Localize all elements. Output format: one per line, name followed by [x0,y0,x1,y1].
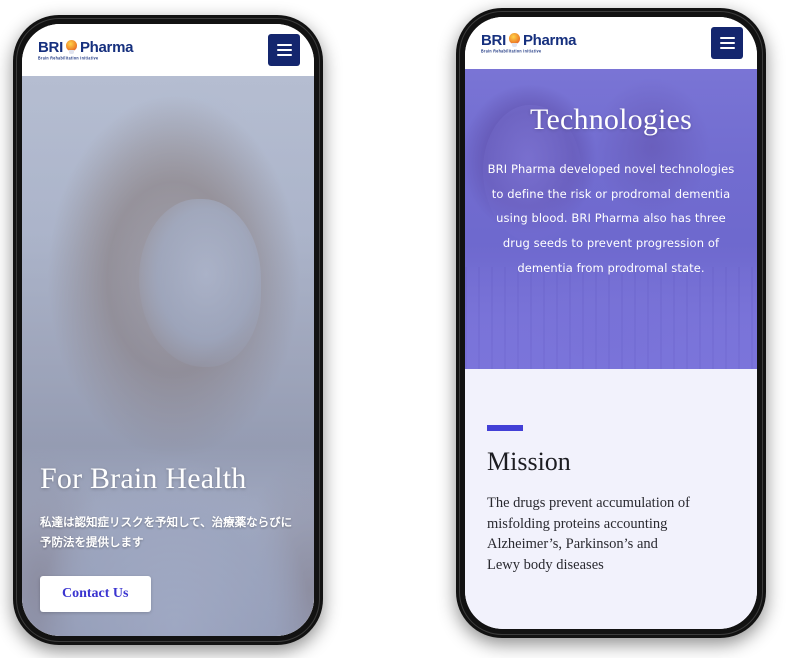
phone-2-page-body: Technologies BRI Pharma developed novel … [465,69,757,629]
phone-2-screen: BRI Pharma Brain Rehabilitation Initiati… [465,17,757,629]
mission-body: The drugs prevent accumulation of misfol… [487,495,690,573]
phone-1-hero-section: For Brain Health 私達は認知症リスクを予知して、治療薬ならびに予… [22,76,314,636]
technologies-body: BRI Pharma developed novel technologies … [487,162,735,275]
logo-tagline: Brain Rehabilitation Initiative [38,55,99,61]
phone-2-logo[interactable]: BRI Pharma Brain Rehabilitation Initiati… [481,33,576,54]
technologies-content: Technologies BRI Pharma developed novel … [465,69,757,369]
hero-title: For Brain Health [40,461,247,495]
mission-accent-rule [487,425,523,431]
hero-subtitle: 私達は認知症リスクを予知して、治療薬ならびに予防法を提供します [40,514,293,549]
lightbulb-brain-icon [65,40,78,55]
phone-1-screen: BRI Pharma Brain Rehabilitation Initiati… [22,24,314,636]
logo-text-pharma: Pharma [79,38,134,56]
logo-text-pharma: Pharma [522,31,577,49]
mission-section: Mission The drugs prevent accumulation o… [465,369,757,575]
hamburger-menu-icon[interactable] [711,27,743,59]
logo-wordmark: BRI Pharma [38,40,133,55]
hero-content: For Brain Health 私達は認知症リスクを予知して、治療薬ならびに予… [22,462,314,612]
phone-1-site-header: BRI Pharma Brain Rehabilitation Initiati… [22,24,314,76]
phone-1-logo[interactable]: BRI Pharma Brain Rehabilitation Initiati… [38,40,133,61]
phone-mockup-right: BRI Pharma Brain Rehabilitation Initiati… [456,8,766,638]
phone-mockup-left: BRI Pharma Brain Rehabilitation Initiati… [13,15,323,645]
logo-wordmark: BRI Pharma [481,33,576,48]
mission-title: Mission [487,447,571,476]
logo-text-bri: BRI [481,31,506,49]
contact-us-button[interactable]: Contact Us [40,576,151,612]
lightbulb-brain-icon [508,33,521,48]
logo-tagline: Brain Rehabilitation Initiative [481,48,542,54]
logo-text-bri: BRI [38,38,63,56]
hamburger-menu-icon[interactable] [268,34,300,66]
technologies-title: Technologies [530,103,692,136]
technologies-hero-section: Technologies BRI Pharma developed novel … [465,69,757,369]
phone-2-site-header: BRI Pharma Brain Rehabilitation Initiati… [465,17,757,69]
